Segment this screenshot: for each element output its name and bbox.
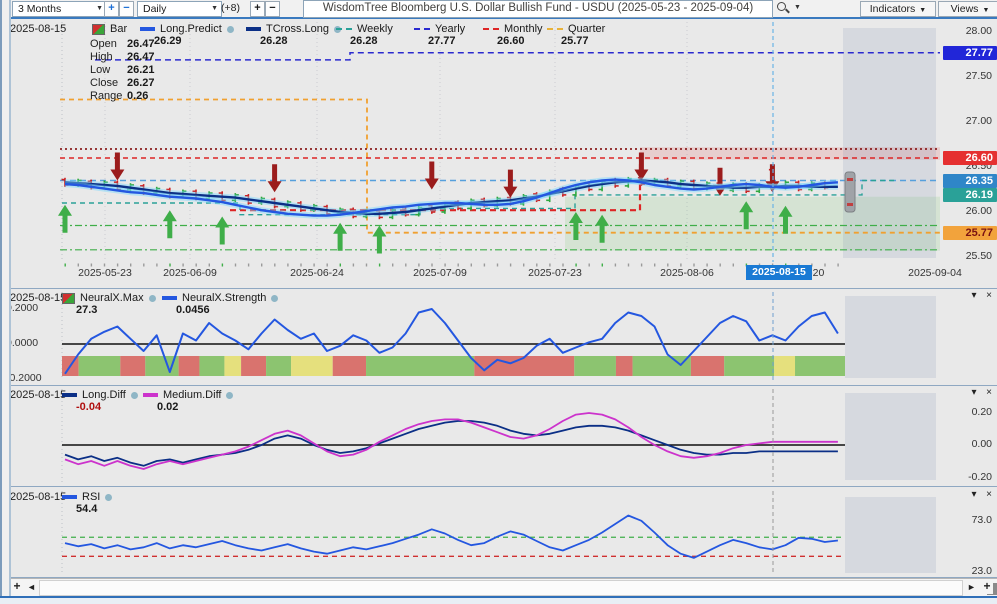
symbol-search[interactable]: ▼ [777,2,809,15]
price-chart[interactable] [0,19,997,288]
scroll-left-button[interactable]: ◄ [25,580,38,594]
minus-icon: − [123,2,129,14]
diff-chart[interactable] [0,386,997,486]
views-button[interactable]: Views▼ [938,1,997,17]
chevron-down-icon: ▼ [982,7,989,14]
remove-bar-button[interactable]: − [265,1,280,17]
scroll-add-right-button[interactable]: + [981,580,993,594]
panel-separator [9,288,997,289]
window-left-frame [0,0,11,602]
panel4-close-button[interactable]: × [983,489,995,500]
toolbar: 3 Months ▼ + − Daily ▼ (+8) + − WisdomTr… [9,0,997,19]
panel-separator [9,385,997,386]
zoom-out-button[interactable]: − [119,1,134,17]
panel2-collapse-button[interactable]: ▾ [968,290,980,301]
indicators-button[interactable]: Indicators▼ [860,1,936,17]
chevron-down-icon: ▼ [96,2,103,16]
panel4-collapse-button[interactable]: ▾ [968,489,980,500]
views-button-label: Views [951,3,979,15]
search-icon-handle [785,8,790,13]
chevron-down-icon: ▼ [794,4,801,11]
range-select[interactable]: 3 Months ▼ [12,1,107,17]
rsi-chart[interactable] [0,487,997,577]
add-bar-button[interactable]: + [250,1,265,17]
chevron-down-icon: ▼ [919,7,926,14]
panel2-close-button[interactable]: × [983,290,995,301]
symbol-title[interactable]: WisdomTree Bloomberg U.S. Dollar Bullish… [303,0,773,18]
bars-added-label: (+8) [221,2,240,14]
window-bottom-frame [0,596,997,604]
panel3-close-button[interactable]: × [983,387,995,398]
chevron-down-icon: ▼ [211,2,218,16]
interval-select-value: Daily [143,3,166,15]
panel3-collapse-button[interactable]: ▾ [968,387,980,398]
scrollbar-track[interactable] [39,580,963,596]
scroll-right-button[interactable]: ► [965,580,978,594]
neuralx-chart[interactable] [0,289,997,385]
panel-separator [9,486,997,487]
minus-icon: − [269,2,275,14]
interval-select[interactable]: Daily ▼ [137,1,222,17]
range-select-value: 3 Months [18,3,61,15]
zoom-in-button[interactable]: + [104,1,119,17]
scroll-add-left-button[interactable]: + [11,580,23,594]
plus-icon: + [254,2,260,14]
indicators-button-label: Indicators [870,3,916,15]
horizontal-scrollbar[interactable]: + ◄ ► + [9,578,997,596]
plus-icon: + [108,2,114,14]
